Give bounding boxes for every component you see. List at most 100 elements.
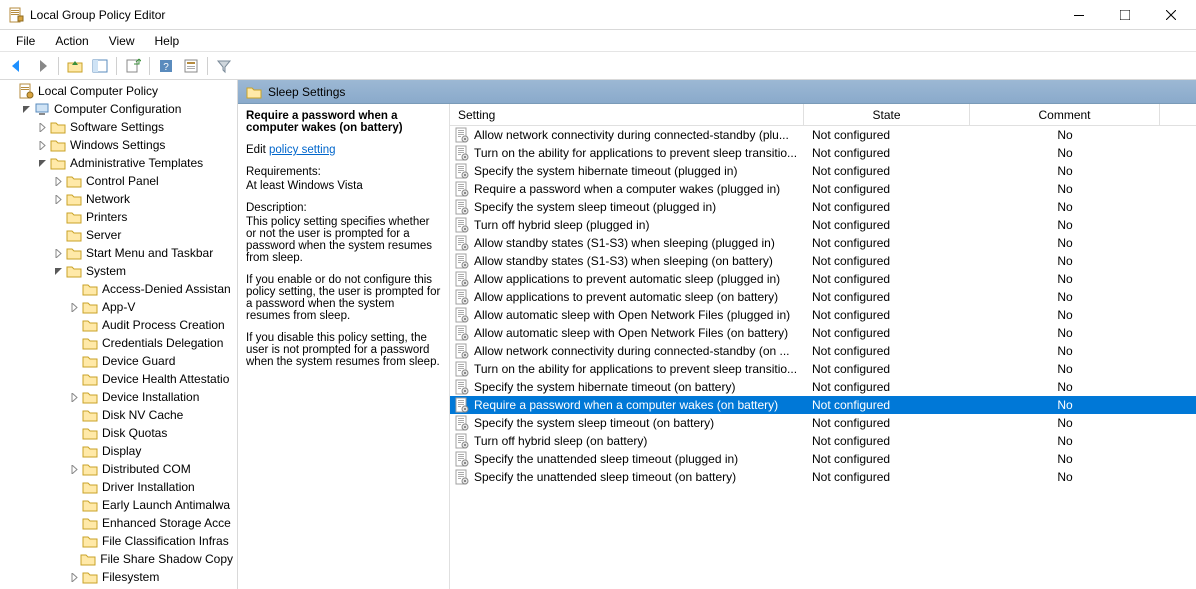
menu-item-action[interactable]: Action — [45, 32, 98, 50]
tree-node[interactable]: Early Launch Antimalwa — [0, 496, 237, 514]
policy-row[interactable]: Allow network connectivity during connec… — [450, 126, 1196, 144]
policy-row[interactable]: Specify the unattended sleep timeout (pl… — [450, 450, 1196, 468]
policy-row[interactable]: Allow automatic sleep with Open Network … — [450, 324, 1196, 342]
tree-label: Early Launch Antimalwa — [102, 498, 230, 512]
show-hide-tree-button[interactable] — [89, 55, 111, 77]
policy-icon — [454, 451, 470, 467]
policy-row[interactable]: Require a password when a computer wakes… — [450, 180, 1196, 198]
tree-node[interactable]: Software Settings — [0, 118, 237, 136]
policy-row[interactable]: Turn on the ability for applications to … — [450, 360, 1196, 378]
policy-row[interactable]: Allow applications to prevent automatic … — [450, 270, 1196, 288]
tree-node[interactable]: Credentials Delegation — [0, 334, 237, 352]
policy-row[interactable]: Specify the system hibernate timeout (on… — [450, 378, 1196, 396]
tree-node[interactable]: Access-Denied Assistan — [0, 280, 237, 298]
policy-row[interactable]: Turn off hybrid sleep (plugged in)Not co… — [450, 216, 1196, 234]
expand-icon[interactable] — [68, 463, 80, 475]
tree-node[interactable]: Device Installation — [0, 388, 237, 406]
policy-row[interactable]: Turn off hybrid sleep (on battery)Not co… — [450, 432, 1196, 450]
menu-item-help[interactable]: Help — [145, 32, 190, 50]
minimize-button[interactable] — [1056, 0, 1102, 30]
twisty-spacer — [68, 517, 80, 529]
tree-node[interactable]: Audit Process Creation — [0, 316, 237, 334]
tree-node[interactable]: Start Menu and Taskbar — [0, 244, 237, 262]
policy-icon — [454, 145, 470, 161]
folder-icon — [82, 281, 98, 297]
maximize-button[interactable] — [1102, 0, 1148, 30]
export-button[interactable] — [122, 55, 144, 77]
folder-icon — [82, 443, 98, 459]
expand-icon[interactable] — [68, 571, 80, 583]
edit-policy-link[interactable]: policy setting — [269, 144, 335, 156]
tree-node[interactable]: Enhanced Storage Acce — [0, 514, 237, 532]
close-button[interactable] — [1148, 0, 1194, 30]
folder-icon — [66, 191, 82, 207]
tree-node[interactable]: Device Guard — [0, 352, 237, 370]
up-folder-button[interactable] — [64, 55, 86, 77]
expand-icon[interactable] — [52, 193, 64, 205]
help-button[interactable]: ? — [155, 55, 177, 77]
tree-node[interactable]: File Classification Infras — [0, 532, 237, 550]
tree-node[interactable]: App-V — [0, 298, 237, 316]
collapse-icon[interactable] — [20, 103, 32, 115]
expand-icon[interactable] — [68, 391, 80, 403]
expand-icon[interactable] — [52, 175, 64, 187]
tree-node[interactable]: System — [0, 262, 237, 280]
policy-row[interactable]: Specify the system sleep timeout (plugge… — [450, 198, 1196, 216]
folder-icon — [82, 461, 98, 477]
tree-node[interactable]: Printers — [0, 208, 237, 226]
tree-node[interactable]: Disk Quotas — [0, 424, 237, 442]
tree-node[interactable]: File Share Shadow Copy — [0, 550, 237, 568]
expand-icon[interactable] — [36, 121, 48, 133]
edit-label: Edit — [246, 144, 269, 156]
policy-row[interactable]: Require a password when a computer wakes… — [450, 396, 1196, 414]
folder-icon — [82, 299, 98, 315]
tree-node[interactable]: Windows Settings — [0, 136, 237, 154]
menu-item-file[interactable]: File — [6, 32, 45, 50]
description-body-2: If you enable or do not configure this p… — [246, 274, 441, 322]
tree-node[interactable]: Administrative Templates — [0, 154, 237, 172]
policy-row[interactable]: Allow network connectivity during connec… — [450, 342, 1196, 360]
forward-button[interactable] — [31, 55, 53, 77]
properties-button[interactable] — [180, 55, 202, 77]
tree-node[interactable]: Disk NV Cache — [0, 406, 237, 424]
folder-icon — [82, 407, 98, 423]
tree-node[interactable]: Network — [0, 190, 237, 208]
tree-label: Audit Process Creation — [102, 318, 225, 332]
computer-icon — [34, 101, 50, 117]
folder-icon — [82, 425, 98, 441]
menu-item-view[interactable]: View — [99, 32, 145, 50]
policy-row[interactable]: Allow applications to prevent automatic … — [450, 288, 1196, 306]
policy-row[interactable]: Specify the system hibernate timeout (pl… — [450, 162, 1196, 180]
tree-node[interactable]: Driver Installation — [0, 478, 237, 496]
list-body[interactable]: Allow network connectivity during connec… — [450, 126, 1196, 589]
expand-icon[interactable] — [52, 247, 64, 259]
policy-row[interactable]: Allow standby states (S1-S3) when sleepi… — [450, 252, 1196, 270]
tree-node[interactable]: Local Computer Policy — [0, 82, 237, 100]
policy-row[interactable]: Specify the unattended sleep timeout (on… — [450, 468, 1196, 486]
collapse-icon[interactable] — [36, 157, 48, 169]
tree-label: Distributed COM — [102, 462, 191, 476]
tree-pane[interactable]: Local Computer PolicyComputer Configurat… — [0, 80, 238, 589]
tree-node[interactable]: Computer Configuration — [0, 100, 237, 118]
policy-row[interactable]: Specify the system sleep timeout (on bat… — [450, 414, 1196, 432]
tree-node[interactable]: Control Panel — [0, 172, 237, 190]
tree-node[interactable]: Filesystem — [0, 568, 237, 586]
tree-node[interactable]: Device Health Attestatio — [0, 370, 237, 388]
tree-node[interactable]: Server — [0, 226, 237, 244]
folder-icon — [50, 155, 66, 171]
expand-icon[interactable] — [36, 139, 48, 151]
tree-node[interactable]: Display — [0, 442, 237, 460]
expand-icon[interactable] — [68, 301, 80, 313]
policy-name: Require a password when a computer wakes… — [474, 182, 780, 196]
collapse-icon[interactable] — [52, 265, 64, 277]
tree-node[interactable]: Distributed COM — [0, 460, 237, 478]
col-header-state[interactable]: State — [804, 104, 970, 125]
policy-row[interactable]: Allow automatic sleep with Open Network … — [450, 306, 1196, 324]
policy-row[interactable]: Allow standby states (S1-S3) when sleepi… — [450, 234, 1196, 252]
policy-row[interactable]: Turn on the ability for applications to … — [450, 144, 1196, 162]
back-button[interactable] — [6, 55, 28, 77]
col-header-comment[interactable]: Comment — [970, 104, 1160, 125]
twisty-spacer — [68, 373, 80, 385]
col-header-setting[interactable]: Setting — [450, 104, 804, 125]
filter-button[interactable] — [213, 55, 235, 77]
